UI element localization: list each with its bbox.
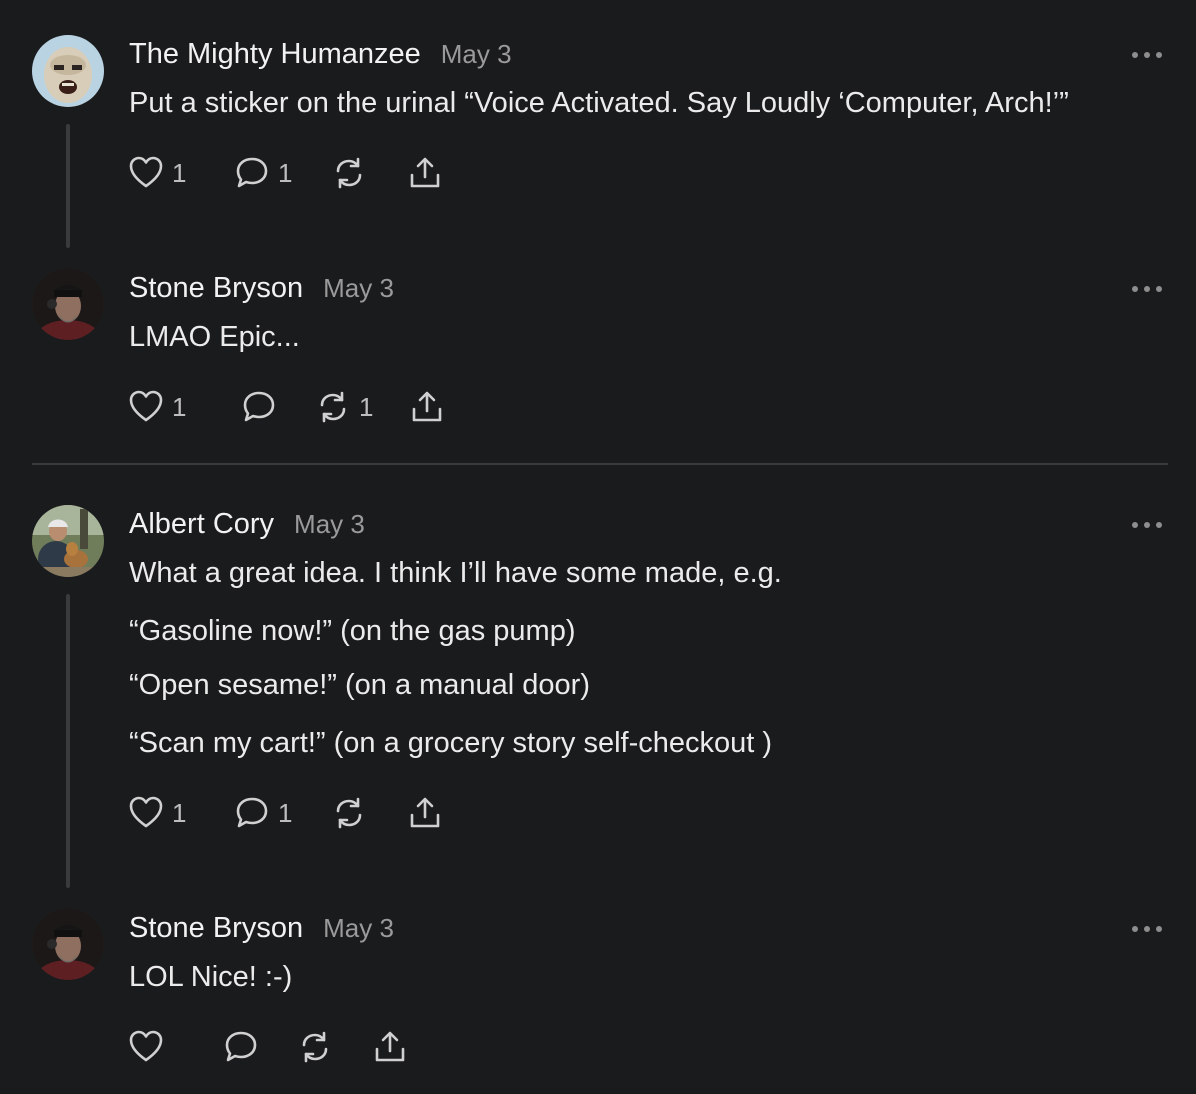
comment-header: Stone Bryson May 3 bbox=[129, 272, 394, 305]
comment-text: LOL Nice! :-) bbox=[129, 961, 293, 993]
thread-line bbox=[66, 124, 70, 248]
restack-button[interactable] bbox=[331, 795, 375, 831]
author-name[interactable]: Stone Bryson bbox=[129, 272, 303, 305]
heart-icon bbox=[129, 1030, 163, 1062]
avatar[interactable] bbox=[32, 908, 104, 980]
restack-icon bbox=[336, 797, 362, 829]
restack-count: 1 bbox=[359, 391, 374, 422]
like-button[interactable]: 1 bbox=[128, 795, 186, 831]
comment-header: Stone Bryson May 3 bbox=[129, 912, 394, 945]
restack-button[interactable] bbox=[331, 155, 375, 191]
reply-button[interactable]: 1 bbox=[234, 795, 292, 831]
share-button[interactable] bbox=[372, 1029, 408, 1065]
heart-icon bbox=[129, 390, 163, 422]
comment-text: “Scan my cart!” (on a grocery story self… bbox=[129, 727, 773, 759]
reply-button[interactable] bbox=[241, 389, 285, 425]
reply-count: 1 bbox=[278, 797, 293, 828]
comment-date[interactable]: May 3 bbox=[323, 273, 394, 304]
like-button[interactable]: 1 bbox=[128, 389, 186, 425]
heart-icon bbox=[129, 156, 163, 188]
comment-bubble-icon bbox=[236, 157, 268, 188]
avatar[interactable] bbox=[32, 35, 104, 107]
restack-icon bbox=[336, 157, 362, 189]
comment-date[interactable]: May 3 bbox=[294, 509, 365, 540]
reply-button[interactable] bbox=[223, 1029, 267, 1065]
restack-button[interactable] bbox=[297, 1029, 341, 1065]
like-count: 1 bbox=[172, 157, 187, 188]
comment-bubble-icon bbox=[236, 797, 268, 828]
more-options-icon[interactable] bbox=[1132, 50, 1162, 60]
more-options-icon[interactable] bbox=[1132, 924, 1162, 934]
share-icon bbox=[410, 157, 440, 188]
like-count: 1 bbox=[172, 797, 187, 828]
comment-bubble-icon bbox=[243, 391, 275, 422]
share-button[interactable] bbox=[407, 795, 443, 831]
share-icon bbox=[375, 1031, 405, 1062]
more-options-icon[interactable] bbox=[1132, 520, 1162, 530]
comment-text: “Gasoline now!” (on the gas pump) bbox=[129, 615, 576, 647]
reply-button[interactable]: 1 bbox=[234, 155, 292, 191]
comment-text: “Open sesame!” (on a manual door) bbox=[129, 669, 590, 701]
comment-text: LMAO Epic... bbox=[129, 321, 300, 353]
comment-text: What a great idea. I think I’ll have som… bbox=[129, 557, 782, 589]
like-button[interactable]: 1 bbox=[128, 155, 186, 191]
comment-date[interactable]: May 3 bbox=[323, 913, 394, 944]
restack-icon bbox=[320, 391, 346, 423]
share-icon bbox=[410, 797, 440, 828]
restack-icon bbox=[302, 1031, 328, 1063]
comment-text: Put a sticker on the urinal “Voice Activ… bbox=[129, 87, 1069, 119]
like-count: 1 bbox=[172, 391, 187, 422]
thread-divider bbox=[32, 463, 1168, 465]
avatar[interactable] bbox=[32, 505, 104, 577]
author-name[interactable]: Stone Bryson bbox=[129, 912, 303, 945]
share-button[interactable] bbox=[409, 389, 445, 425]
heart-icon bbox=[129, 796, 163, 828]
thread-line bbox=[66, 594, 70, 888]
more-options-icon[interactable] bbox=[1132, 284, 1162, 294]
like-button[interactable] bbox=[128, 1029, 172, 1065]
comment-header: Albert Cory May 3 bbox=[129, 508, 365, 541]
author-name[interactable]: Albert Cory bbox=[129, 508, 274, 541]
restack-button[interactable]: 1 bbox=[315, 389, 373, 425]
reply-count: 1 bbox=[278, 157, 293, 188]
comment-header: The Mighty Humanzee May 3 bbox=[129, 38, 512, 71]
avatar[interactable] bbox=[32, 268, 104, 340]
comment-bubble-icon bbox=[225, 1031, 257, 1062]
author-name[interactable]: The Mighty Humanzee bbox=[129, 38, 421, 71]
share-button[interactable] bbox=[407, 155, 443, 191]
share-icon bbox=[412, 391, 442, 422]
comment-date[interactable]: May 3 bbox=[441, 39, 512, 70]
